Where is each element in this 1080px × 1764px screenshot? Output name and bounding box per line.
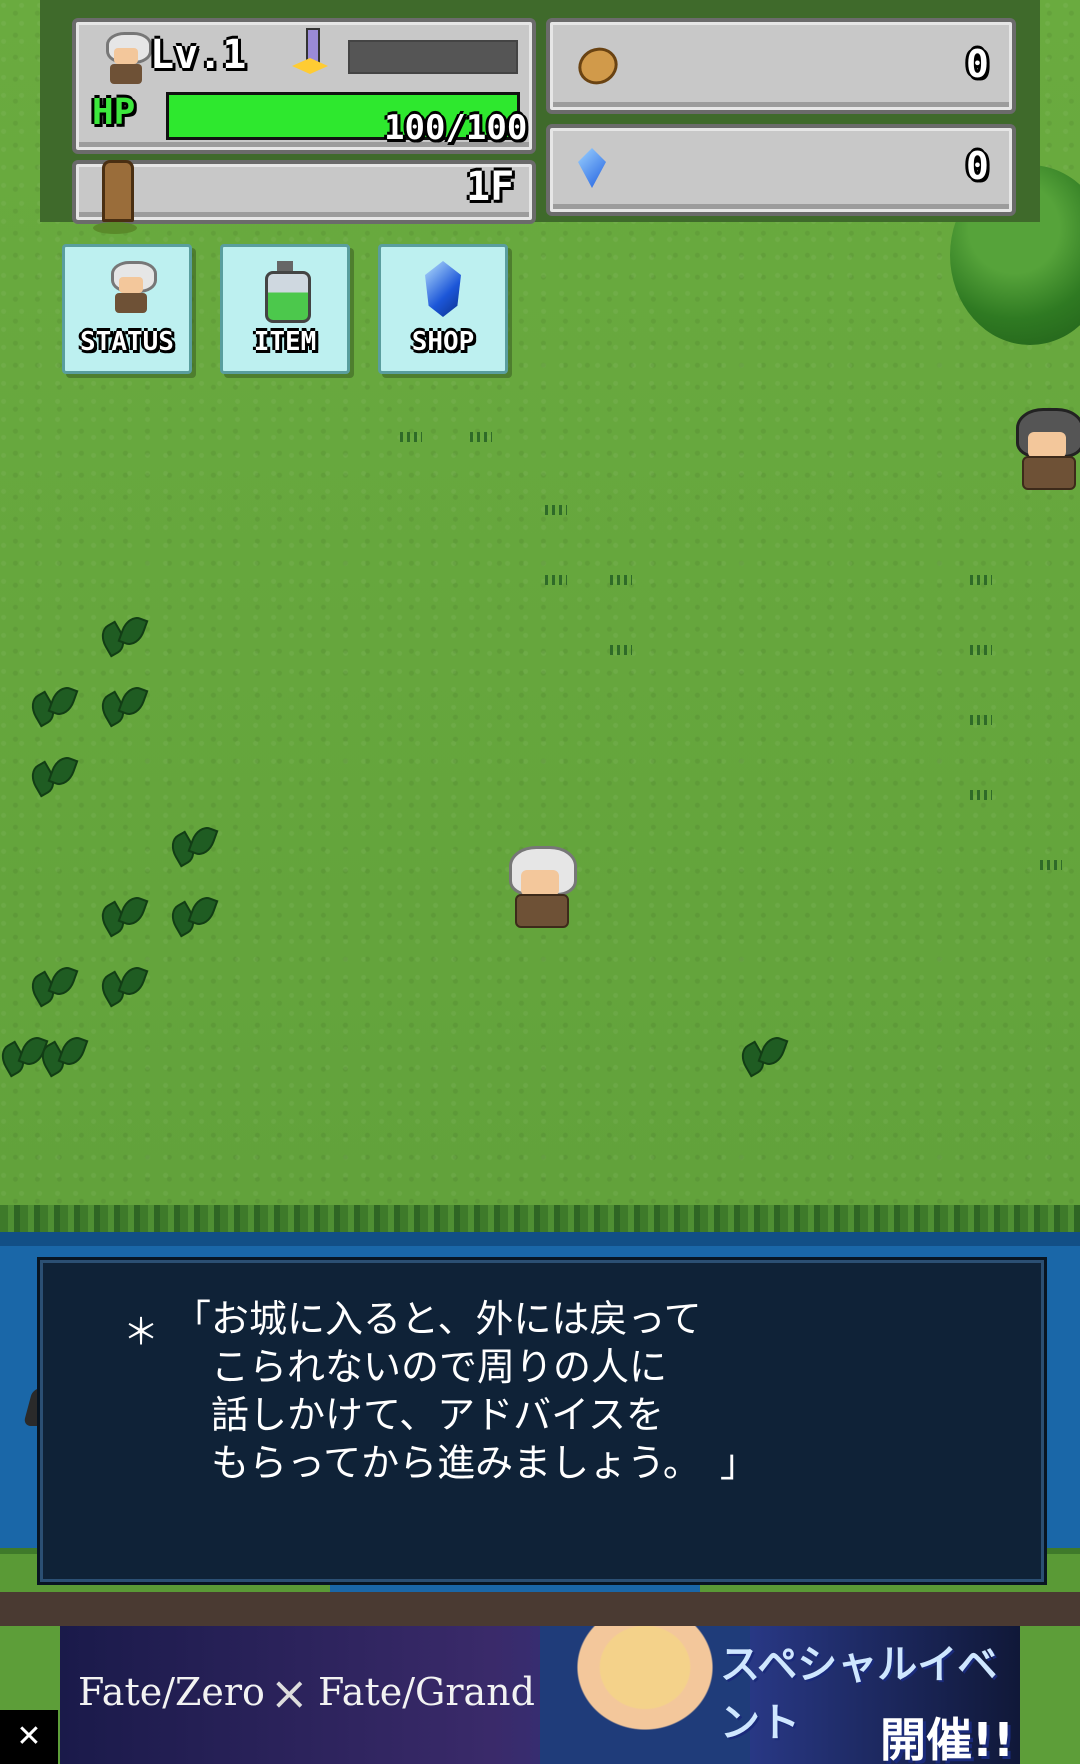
plant xyxy=(95,610,149,658)
gem-count: 0 xyxy=(966,144,989,188)
coin-count: 0 xyxy=(966,42,989,86)
plant xyxy=(35,1030,89,1078)
status-button[interactable]: STATUS xyxy=(62,244,192,374)
npc-character[interactable] xyxy=(1010,408,1080,492)
grass-tuft xyxy=(545,575,567,585)
item-button[interactable]: ITEM xyxy=(220,244,350,374)
gem-icon xyxy=(425,261,461,317)
avatar-icon xyxy=(102,32,152,86)
player-character[interactable] xyxy=(503,846,577,930)
ad-character-art xyxy=(540,1626,750,1764)
plant xyxy=(165,820,219,868)
plant xyxy=(165,890,219,938)
grass-tuft xyxy=(970,645,992,655)
grass-tuft xyxy=(545,505,567,515)
grass-tuft xyxy=(970,790,992,800)
floor-label: 1F xyxy=(466,164,515,210)
ad-close-button[interactable]: ✕ xyxy=(0,1710,58,1764)
plant xyxy=(735,1030,789,1078)
grass-edge xyxy=(0,1205,1080,1233)
gem-icon xyxy=(578,148,606,188)
plant xyxy=(25,960,79,1008)
ad-subtitle: 開催!! xyxy=(880,1713,1014,1764)
avatar-icon xyxy=(107,261,157,315)
plant xyxy=(25,750,79,798)
grass-tuft xyxy=(970,575,992,585)
plant xyxy=(95,680,149,728)
dialog-prefix: ＊ xyxy=(123,1312,160,1353)
coin-icon xyxy=(572,41,624,91)
sword-icon xyxy=(290,28,330,78)
hp-label: HP xyxy=(92,92,136,133)
ad-banner[interactable]: Fate/Zero × Fate/Grand Order スペシャルイベント 開… xyxy=(60,1626,1020,1764)
ad-fate-zero-logo: Fate/Zero xyxy=(78,1670,265,1714)
coin-panel xyxy=(546,18,1016,114)
status-label: STATUS xyxy=(80,327,174,357)
grass-tuft xyxy=(400,432,422,442)
shop-button[interactable]: SHOP xyxy=(378,244,508,374)
shop-label: SHOP xyxy=(411,327,475,357)
pillar-icon xyxy=(93,160,137,234)
dialog-text: 「お城に入ると、外には戻って こられないので周りの人に 話しかけて、アドバイスを… xyxy=(173,1297,758,1485)
grass-tuft xyxy=(610,645,632,655)
exp-bar xyxy=(348,40,518,74)
grass-tuft xyxy=(610,575,632,585)
grass-tuft xyxy=(470,432,492,442)
ad-cross: × xyxy=(270,1666,309,1720)
grass-tuft xyxy=(970,715,992,725)
potion-icon xyxy=(265,261,311,323)
hp-value: 100/100 xyxy=(384,108,528,148)
item-label: ITEM xyxy=(253,327,317,357)
plant xyxy=(95,890,149,938)
gem-panel xyxy=(546,124,1016,216)
dialog-box[interactable]: ＊ 「お城に入ると、外には戻って こられないので周りの人に 話しかけて、アドバイ… xyxy=(40,1260,1044,1582)
plant xyxy=(25,680,79,728)
plant xyxy=(95,960,149,1008)
grass-tuft xyxy=(1040,860,1062,870)
level-label: Lv.1 xyxy=(150,32,247,78)
ground-strip xyxy=(0,1592,1080,1626)
